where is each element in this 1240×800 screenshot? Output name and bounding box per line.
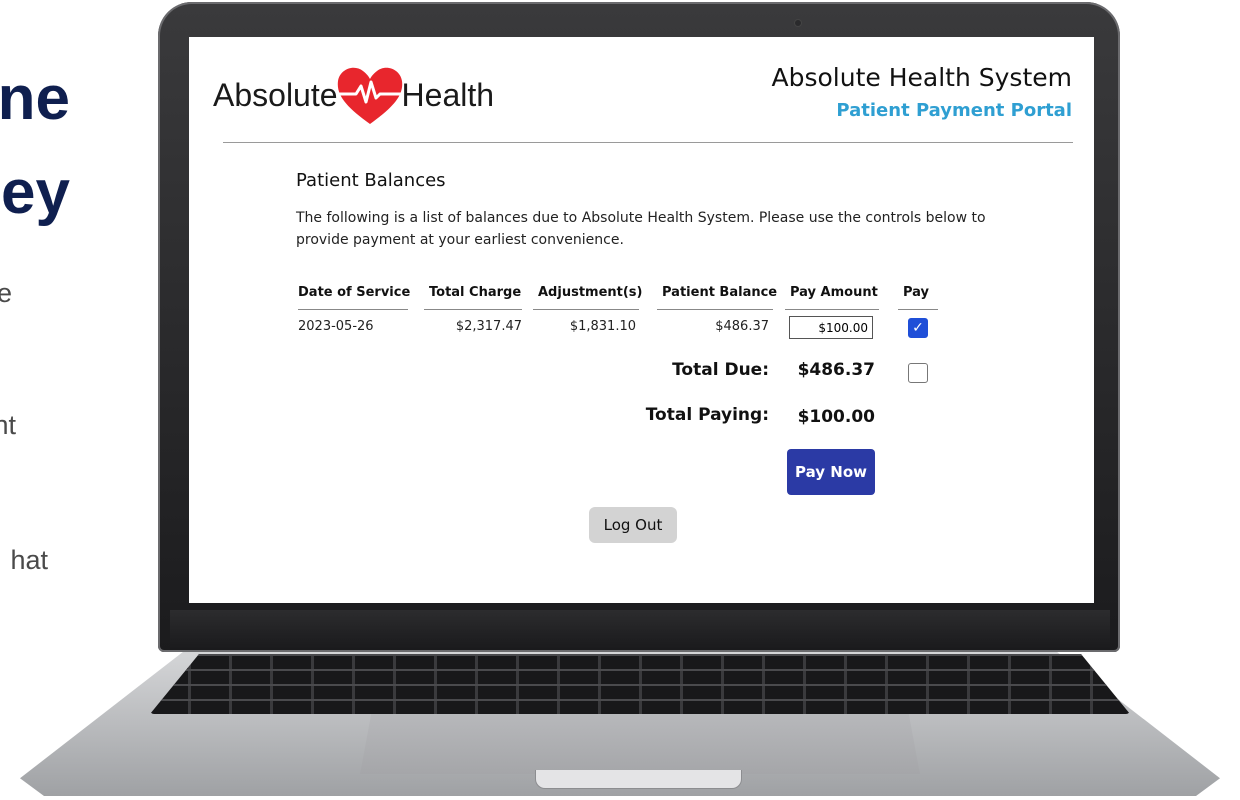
heart-ekg-icon (337, 67, 402, 124)
laptop-trackpad (360, 714, 920, 774)
cell-date-of-service: 2023-05-26 (298, 319, 374, 334)
header-underline (657, 309, 773, 310)
col-header-date: Date of Service (298, 285, 411, 300)
col-header-pay: Pay (903, 285, 930, 300)
logo-text-absolute: Absolute (213, 76, 338, 113)
marketing-heading: ne ey (0, 52, 70, 240)
total-due-value: $486.37 (797, 360, 875, 380)
marketing-text-line2: nt (0, 410, 16, 440)
total-paying-label: Total Paying: (645, 405, 769, 425)
col-header-adjustments: Adjustment(s) (538, 285, 643, 300)
total-paying-value: $100.00 (797, 407, 875, 427)
laptop-keyboard (150, 654, 1130, 714)
header-underline (298, 309, 408, 310)
col-header-patient-balance: Patient Balance (662, 285, 778, 300)
marketing-heading-line1: ne (0, 64, 70, 133)
logo-text-health: Health (401, 76, 495, 113)
cell-total-charge: $2,317.47 (455, 319, 522, 334)
total-due-label: Total Due: (672, 360, 769, 380)
intro-text: The following is a list of balances due … (296, 210, 986, 248)
pay-all-checkbox[interactable] (908, 363, 928, 383)
col-header-pay-amount: Pay Amount (790, 285, 878, 300)
header-underline (898, 309, 938, 310)
laptop-hinge (170, 610, 1110, 650)
pay-now-button[interactable]: Pay Now (787, 449, 875, 495)
cell-adjustments: $1,831.10 (569, 319, 636, 334)
pay-row-checkbox[interactable]: ✓ (908, 318, 928, 338)
system-title: Absolute Health System (771, 63, 1072, 92)
log-out-button[interactable]: Log Out (589, 507, 677, 543)
marketing-heading-line2: ey (1, 158, 70, 227)
camera-icon (795, 20, 801, 26)
header-underline (424, 309, 522, 310)
marketing-text-line1: e (0, 278, 12, 308)
header-underline (785, 309, 879, 310)
header-underline (533, 309, 639, 310)
section-title: Patient Balances (296, 170, 446, 191)
laptop-screen: Absolute Health Absolute Health System P… (189, 37, 1094, 603)
marketing-text-line3: hat (10, 545, 48, 575)
portal-title: Patient Payment Portal (836, 100, 1072, 121)
brand-logo[interactable]: Absolute Health (213, 65, 494, 125)
checkmark-icon: ✓ (912, 320, 924, 336)
cell-patient-balance: $486.37 (715, 319, 769, 334)
col-header-total-charge: Total Charge (429, 285, 522, 300)
pay-amount-input[interactable] (789, 316, 873, 339)
header-divider (223, 142, 1073, 143)
laptop-notch (535, 770, 742, 789)
